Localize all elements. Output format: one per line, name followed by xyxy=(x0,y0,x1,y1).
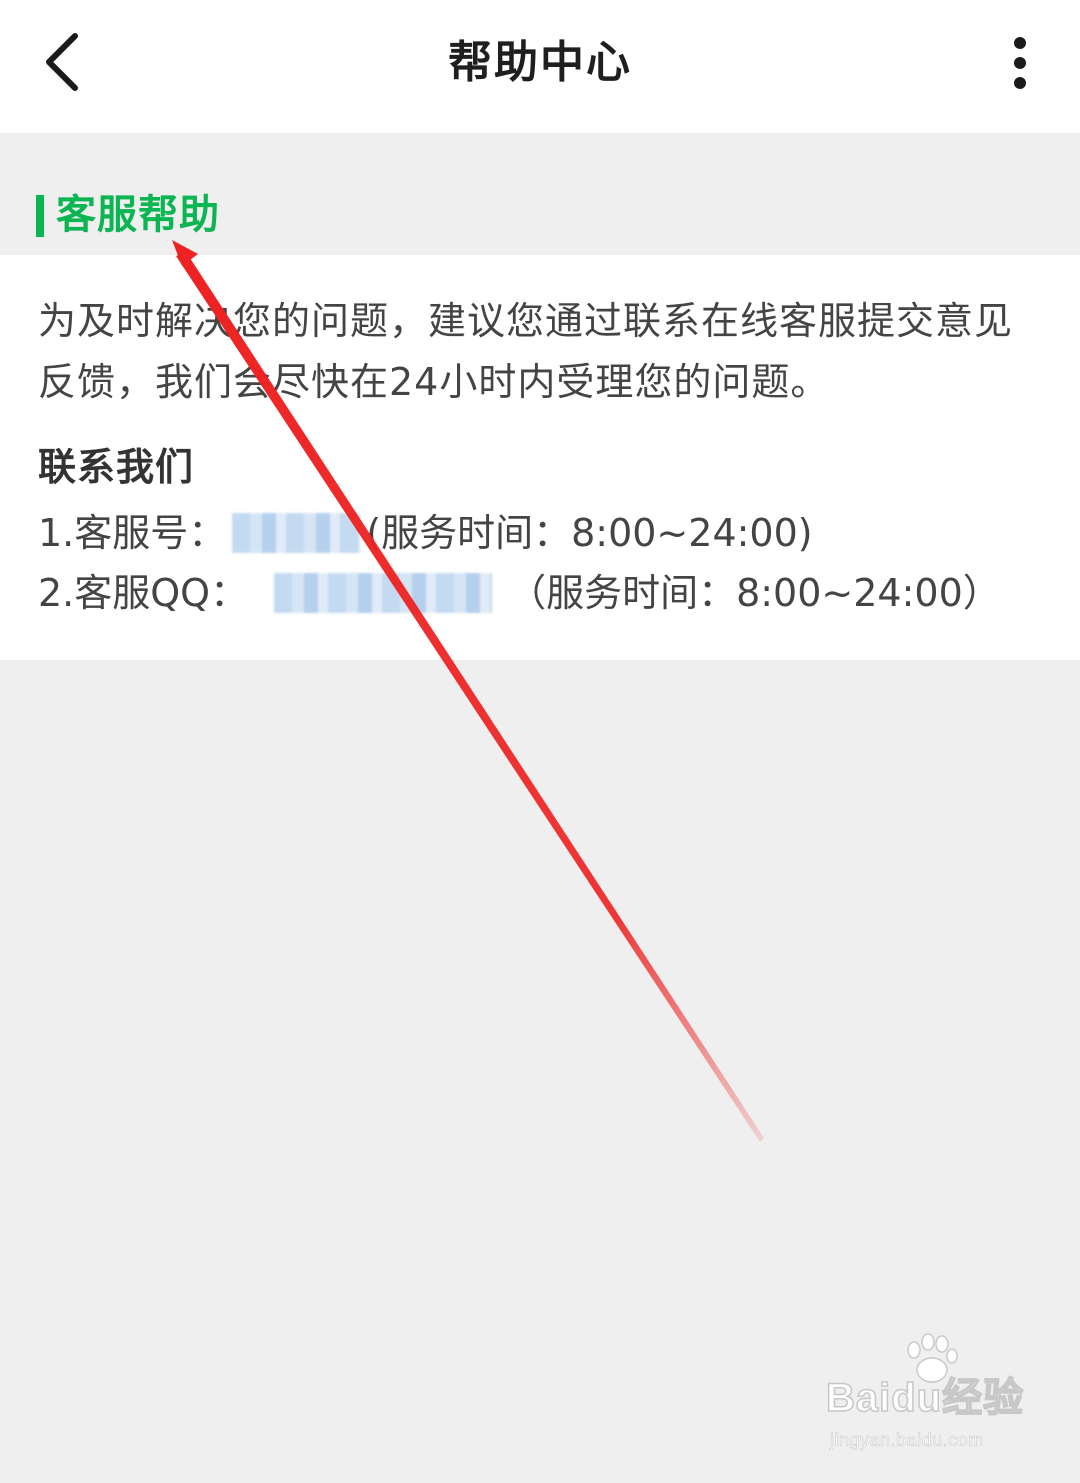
intro-text: 为及时解决您的问题，建议您通过联系在线客服提交意见反馈，我们会尽快在24小时内受… xyxy=(38,299,1014,404)
top-navbar: 帮助中心 xyxy=(0,0,1080,133)
watermark-url: jingyan.baidu.com xyxy=(830,1430,984,1451)
contact-line-qq: 2.客服QQ： （服务时间：8:00~24:00） xyxy=(38,563,1001,623)
section-header: 客服帮助 xyxy=(0,133,1080,255)
service-id-label: 1.客服号： xyxy=(38,511,227,555)
qq-number-redacted xyxy=(274,573,493,613)
help-center-page: 帮助中心 客服帮助 为及时解决您的问题，建议您通过联系在线客服提交意见反馈，我们… xyxy=(0,0,1080,1483)
section-title: 客服帮助 xyxy=(56,192,220,238)
help-content-card: 为及时解决您的问题，建议您通过联系在线客服提交意见反馈，我们会尽快在24小时内受… xyxy=(0,255,1080,660)
more-vertical-icon xyxy=(1014,37,1026,89)
page-title: 帮助中心 xyxy=(448,37,632,88)
watermark-logo: Baidu经验 xyxy=(825,1375,1025,1421)
qq-hours: （服务时间：8:00~24:00） xyxy=(508,571,1001,615)
service-id-hours: (服务时间：8:00~24:00) xyxy=(366,511,813,555)
more-menu-button[interactable] xyxy=(996,30,1044,96)
service-id-redacted xyxy=(232,513,361,553)
contact-heading: 联系我们 xyxy=(38,445,195,489)
contact-line-service-id: 1.客服号： (服务时间：8:00~24:00) xyxy=(38,503,813,563)
section-accent-bar xyxy=(36,195,44,237)
watermark: Baidu经验 jingyan.baidu.com xyxy=(825,1333,1056,1470)
qq-label: 2.客服QQ： xyxy=(38,571,249,615)
